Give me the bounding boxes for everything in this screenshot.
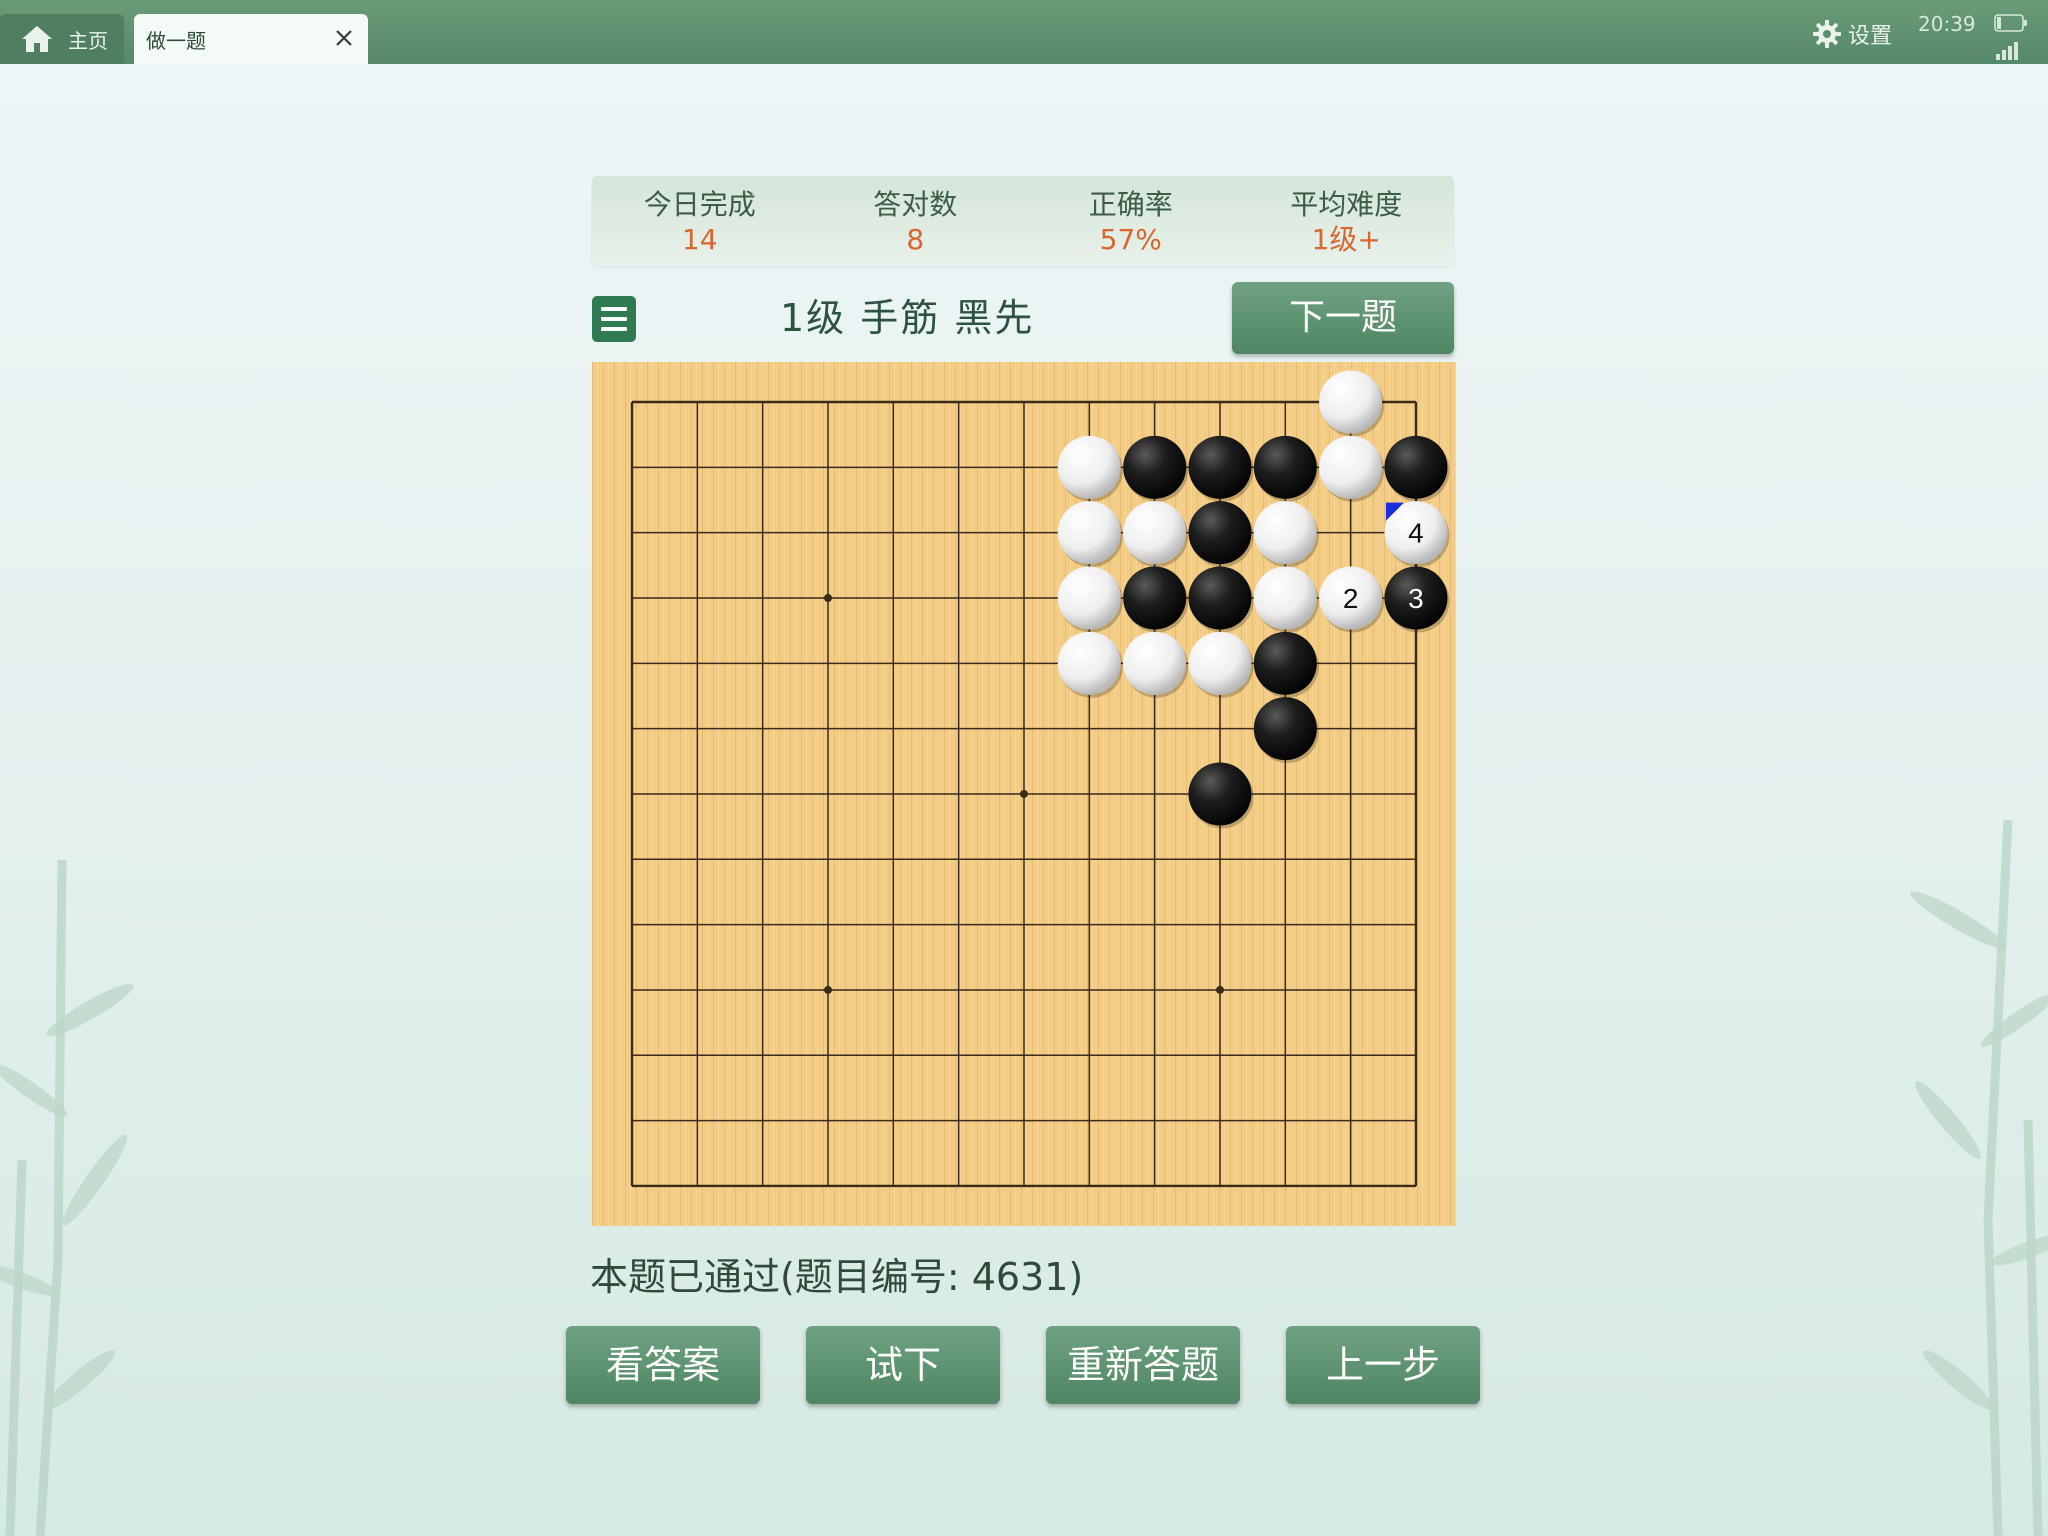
clock: 20:39 [1918, 12, 1976, 36]
black-stone [1123, 566, 1189, 633]
go-board-svg[interactable]: 4 2 3 [592, 362, 1456, 1226]
black-stone [1188, 566, 1254, 633]
tab-do-problem-label: 做一题 [146, 28, 206, 53]
black-stone [1188, 435, 1254, 502]
tab-home[interactable]: 主页 [0, 14, 124, 64]
try-move-button[interactable]: 试下 [806, 1326, 1000, 1404]
star-point [823, 593, 832, 602]
stat-label: 今日完成 [643, 188, 756, 221]
stat-average-difficulty: 平均难度 1级+ [1239, 176, 1455, 266]
stat-label: 答对数 [873, 188, 958, 221]
white-stone [1253, 501, 1319, 568]
settings-label: 设置 [1848, 24, 1893, 49]
stat-label: 正确率 [1088, 188, 1173, 221]
white-stone [1123, 631, 1189, 698]
stat-completed-today: 今日完成 14 [592, 176, 808, 266]
move-number-label: 4 [1408, 518, 1424, 549]
move-number-label: 3 [1408, 583, 1424, 614]
stat-value: 1级+ [1311, 223, 1381, 256]
top-bar: 主页 做一题 设置 20:39 [0, 0, 2048, 64]
black-stone [1253, 697, 1319, 764]
white-stone [1253, 566, 1319, 633]
close-icon[interactable] [332, 26, 356, 50]
white-stone: 2 [1319, 566, 1385, 633]
go-board[interactable]: 4 2 3 [592, 362, 1456, 1226]
black-stone [1123, 435, 1189, 502]
white-stone [1319, 435, 1385, 502]
white-stone [1319, 370, 1385, 437]
white-stone [1057, 435, 1123, 502]
menu-icon-bar [601, 327, 627, 331]
white-stone [1123, 501, 1189, 568]
settings-button[interactable]: 设置 [1812, 18, 1892, 50]
bamboo-decoration-right [1910, 820, 2048, 1536]
menu-icon-bar [601, 307, 627, 311]
star-point [1019, 789, 1028, 798]
signal-icon [1996, 42, 2018, 60]
menu-icon-bar [601, 317, 627, 321]
battery-icon [1994, 14, 2027, 32]
black-stone [1188, 762, 1254, 829]
show-answer-button[interactable]: 看答案 [566, 1326, 760, 1404]
black-stone [1188, 501, 1254, 568]
star-point [823, 985, 832, 994]
white-stone [1057, 501, 1123, 568]
black-stone [1384, 435, 1450, 502]
black-stone [1253, 631, 1319, 698]
bamboo-decoration-left [0, 860, 134, 1536]
stat-value: 8 [906, 223, 925, 256]
stat-value: 14 [681, 223, 718, 256]
restart-button[interactable]: 重新答题 [1046, 1326, 1240, 1404]
move-number-label: 2 [1343, 583, 1359, 614]
menu-button[interactable] [592, 296, 636, 342]
next-problem-button[interactable]: 下一题 [1232, 282, 1454, 354]
stat-label: 平均难度 [1290, 188, 1403, 221]
problem-title: 1级 手筋 黑先 [780, 296, 1035, 340]
stats-panel: 今日完成 14 答对数 8 正确率 57% 平均难度 1级+ [592, 176, 1454, 266]
white-stone [1057, 566, 1123, 633]
white-stone: 4 [1384, 501, 1450, 568]
stat-accuracy: 正确率 57% [1023, 176, 1239, 266]
stat-value: 57% [1099, 223, 1162, 256]
star-point [1215, 985, 1224, 994]
black-stone [1253, 435, 1319, 502]
white-stone [1188, 631, 1254, 698]
undo-button[interactable]: 上一步 [1286, 1326, 1480, 1404]
stat-correct-count: 答对数 8 [808, 176, 1024, 266]
tab-home-label: 主页 [68, 28, 108, 53]
tab-do-problem[interactable]: 做一题 [134, 14, 368, 64]
white-stone [1057, 631, 1123, 698]
black-stone: 3 [1384, 566, 1450, 633]
home-icon [22, 26, 52, 52]
gear-icon [1813, 20, 1841, 48]
problem-status: 本题已通过(题目编号: 4631) [590, 1255, 1084, 1299]
